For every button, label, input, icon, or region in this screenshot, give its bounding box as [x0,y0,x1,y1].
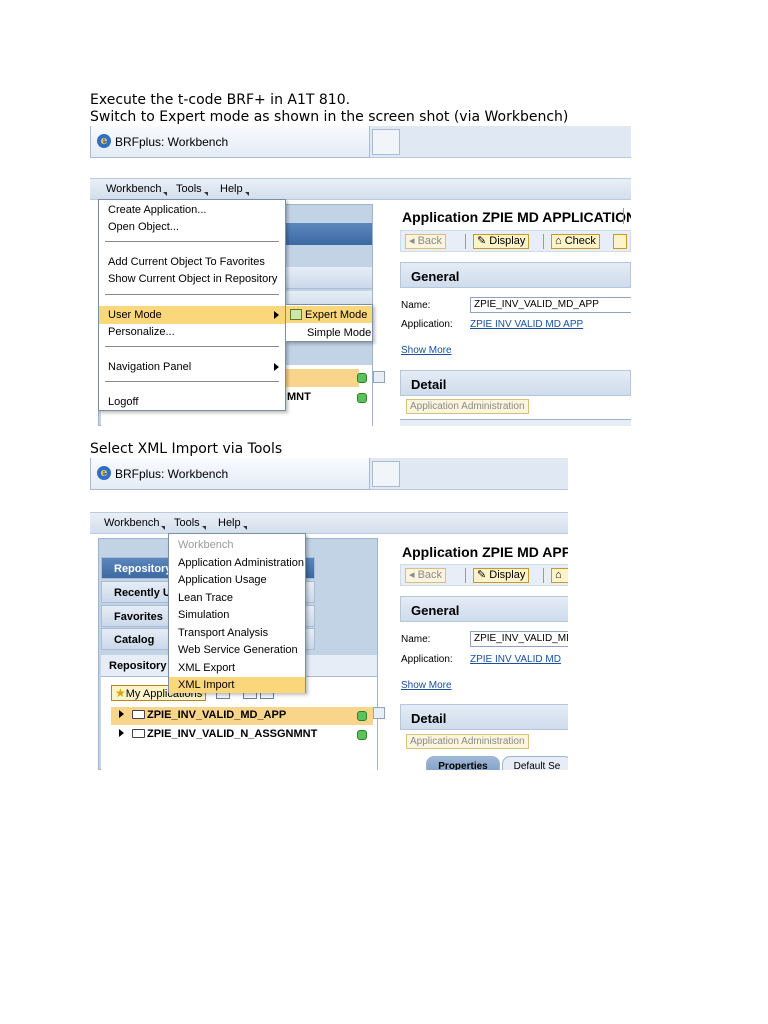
expert-mode-icon [290,309,302,320]
expand-arrow-icon [119,710,124,718]
application-link[interactable]: ZPIE INV VALID MD APP [470,319,583,330]
workbench-menu: Create Application... Open Object... Add… [98,199,286,411]
section-general[interactable]: General [400,596,568,622]
menu-item-application-administration[interactable]: Application Administration [169,556,305,570]
application-administration-button[interactable]: Application Administration [406,734,529,749]
menu-workbench[interactable]: Workbench [106,183,168,196]
instruction-line-2: Switch to Expert mode as shown in the sc… [90,109,569,125]
menu-item-workbench: Workbench [178,539,234,551]
display-button[interactable]: ✎ Display [473,568,530,583]
menu-item-transport-analysis[interactable]: Transport Analysis [169,626,305,640]
application-label: Application: [401,319,453,330]
menu-item-web-service-generation[interactable]: Web Service Generation [169,643,305,657]
menu-item-navigation-panel[interactable]: Navigation Panel [99,360,285,374]
scroll-up-icon[interactable] [373,371,385,383]
status-green-icon [357,393,367,403]
menu-item-create-application[interactable]: Create Application... [99,203,285,217]
toolbar: ◂ Back ✎ Display ⌂ [400,564,568,586]
name-label: Name: [401,300,431,311]
folder-icon [132,729,145,738]
application-administration-button[interactable]: Application Administration [406,399,529,414]
browser-tabbar: e BRFplus: Workbench [90,126,631,158]
menubar: Workbench Tools Help [90,178,631,200]
back-button[interactable]: ◂ Back [405,568,447,583]
menu-item-logoff[interactable]: Logoff [99,395,285,409]
menu-item-expert-mode[interactable]: Expert Mode [286,306,372,323]
menu-item-lean-trace[interactable]: Lean Trace [169,591,305,605]
application-title: Application ZPIE MD APPLIC [402,544,568,560]
submenu-arrow-icon [274,311,279,319]
menu-help[interactable]: Help [220,183,249,196]
submenu-arrow-icon [274,363,279,371]
tree-row-partial[interactable]: MNT [279,389,359,407]
menu-item-user-mode[interactable]: User Mode [99,306,285,324]
menubar: Workbench Tools Help [90,512,568,534]
menu-item-simulation[interactable]: Simulation [169,608,305,622]
check-button[interactable]: ⌂ Check [551,234,600,249]
menu-item-personalize[interactable]: Personalize... [99,325,285,339]
tab-properties[interactable]: Properties [426,756,500,770]
menu-separator [105,241,279,242]
browser-tab[interactable]: e BRFplus: Workbench [90,126,370,158]
expand-arrow-icon [119,729,124,737]
menu-separator [105,346,279,347]
display-button[interactable]: ✎ Display [473,234,530,249]
menu-item-open-object[interactable]: Open Object... [99,220,285,234]
browser-tab-title: BRFplus: Workbench [115,135,229,149]
application-detail-pane: Application ZPIE MD APPLICATION ◂ Back ✎… [398,204,631,426]
section-detail[interactable]: Detail [400,370,631,396]
screenshot-expert-mode: e BRFplus: Workbench Workbench Tools Hel… [90,126,631,426]
tab-default-settings[interactable]: Default Se [502,756,568,770]
show-more-link[interactable]: Show More [401,345,452,356]
new-tab-button[interactable] [372,129,400,155]
menu-item-xml-import[interactable]: XML Import [169,677,305,693]
status-green-icon [357,373,367,383]
application-link[interactable]: ZPIE INV VALID MD [470,654,561,665]
status-green-icon [357,711,367,721]
tree-item-md-app[interactable]: ZPIE_INV_VALID_MD_APP [111,707,373,725]
ie-browser-icon: e [97,466,111,480]
name-label: Name: [401,634,431,645]
browser-tab[interactable]: e BRFplus: Workbench [90,458,370,490]
menu-item-show-in-repository[interactable]: Show Current Object in Repository [99,272,285,286]
scroll-up-icon[interactable] [373,707,385,719]
new-tab-button[interactable] [372,461,400,487]
menu-separator [105,294,279,295]
check-button[interactable]: ⌂ [551,568,568,583]
star-icon: ★ [115,686,126,700]
instruction-line-3: Select XML Import via Tools [90,441,283,457]
menu-item-simple-mode[interactable]: Simple Mode [286,326,372,340]
status-green-icon [357,730,367,740]
menu-separator [105,381,279,382]
tools-menu: Workbench Application Administration App… [168,533,306,693]
show-more-link[interactable]: Show More [401,680,452,691]
browser-tabbar: e BRFplus: Workbench [90,458,568,490]
menu-item-application-usage[interactable]: Application Usage [169,573,305,587]
application-title: Application ZPIE MD APPLICATION [402,209,631,225]
section-general[interactable]: General [400,262,631,288]
save-icon[interactable] [613,234,627,249]
application-label: Application: [401,654,453,665]
folder-icon [132,710,145,719]
menu-tools[interactable]: Tools [176,183,208,196]
menu-workbench[interactable]: Workbench [104,517,166,530]
menu-item-add-to-favorites[interactable]: Add Current Object To Favorites [99,255,285,269]
menu-tools[interactable]: Tools [174,517,206,530]
toolbar: ◂ Back ✎ Display ⌂ Check [400,230,631,252]
instruction-line-1: Execute the t-code BRF+ in A1T 810. [90,92,351,108]
browser-tab-title: BRFplus: Workbench [115,467,229,481]
back-button[interactable]: ◂ Back [405,234,447,249]
name-field[interactable]: ZPIE_INV_VALID_MD [470,631,568,647]
tree-item-n-assgnmnt[interactable]: ZPIE_INV_VALID_N_ASSGNMNT [111,726,373,744]
name-field[interactable]: ZPIE_INV_VALID_MD_APP [470,297,631,313]
menu-help[interactable]: Help [218,517,247,530]
section-detail[interactable]: Detail [400,704,568,730]
menu-item-xml-export[interactable]: XML Export [169,661,305,675]
user-mode-submenu: Expert Mode Simple Mode [285,304,373,342]
application-detail-pane: Application ZPIE MD APPLIC ◂ Back ✎ Disp… [398,538,568,770]
screenshot-xml-import: e BRFplus: Workbench Workbench Tools Hel… [90,458,568,770]
ie-browser-icon: e [97,134,111,148]
